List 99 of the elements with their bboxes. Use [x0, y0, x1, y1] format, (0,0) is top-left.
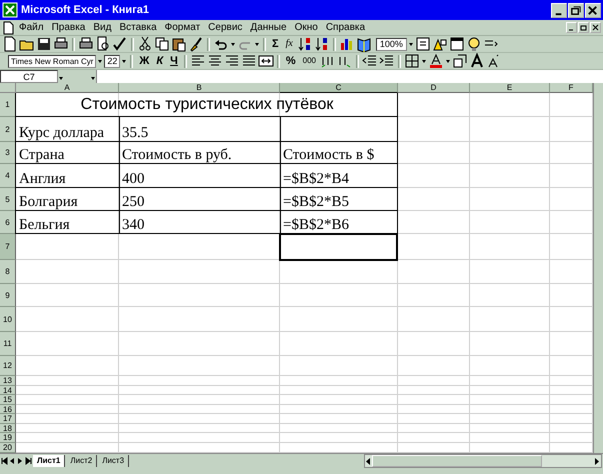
active-cell[interactable] — [279, 233, 398, 261]
underline-button[interactable]: Ч — [167, 54, 181, 68]
thousands-button[interactable]: 000 — [300, 54, 319, 68]
font-color-icon[interactable] — [428, 53, 444, 69]
row-header[interactable]: 4 — [0, 164, 16, 188]
sort-ascending-icon[interactable] — [296, 36, 313, 52]
chart-icon[interactable] — [338, 36, 355, 52]
close-button[interactable] — [590, 22, 601, 33]
table-cell-text: Англия — [18, 170, 67, 188]
next-sheet-icon[interactable] — [17, 456, 24, 466]
menu-item[interactable]: Формат — [162, 22, 204, 33]
spelling-icon[interactable] — [112, 36, 128, 52]
row-header[interactable]: 10 — [0, 307, 16, 332]
preview-icon[interactable] — [95, 36, 111, 52]
row-header[interactable]: 19 — [0, 433, 16, 443]
bold-button[interactable]: Ж — [136, 54, 152, 68]
menu-item[interactable]: Файл — [16, 22, 47, 33]
row-header[interactable]: 9 — [0, 284, 16, 307]
table-cell-text: Стоимость в $ — [282, 146, 376, 164]
row-header[interactable]: 1 — [0, 93, 16, 117]
row-header[interactable]: 7 — [0, 234, 16, 260]
row-header[interactable]: 12 — [0, 356, 16, 376]
clipboard-icon[interactable] — [171, 36, 187, 52]
menu-item[interactable]: Данные — [247, 22, 290, 33]
document-icon[interactable] — [2, 20, 14, 34]
merge-cells-icon[interactable] — [258, 53, 274, 69]
table-cell-text: Страна — [18, 146, 66, 164]
menu-item[interactable]: Правка — [48, 22, 88, 33]
row-header[interactable]: 5 — [0, 188, 16, 211]
formula-field[interactable] — [96, 70, 603, 83]
lightbulb-icon[interactable] — [466, 36, 482, 52]
percent-button[interactable]: % — [282, 54, 299, 68]
row-header[interactable]: 8 — [0, 260, 16, 284]
table-cell-text: Болгария — [18, 193, 79, 211]
row-header[interactable]: 20 — [0, 443, 16, 453]
restore-button[interactable] — [568, 2, 584, 18]
table-cell-text: 35.5 — [121, 124, 150, 142]
table-cell-text: 340 — [121, 216, 146, 234]
menu-item[interactable]: Сервис — [205, 22, 246, 33]
shrink-font-icon[interactable] — [486, 53, 500, 69]
font-field[interactable]: Times New Roman Cyr — [8, 54, 96, 68]
column-header[interactable]: D — [398, 83, 470, 93]
column-header[interactable]: A — [16, 83, 119, 93]
save-icon[interactable] — [36, 36, 52, 52]
new-document-icon[interactable] — [2, 36, 18, 52]
row-header[interactable]: 14 — [0, 386, 16, 395]
zoom-field[interactable]: 100% — [376, 38, 407, 50]
restore-button[interactable] — [578, 22, 589, 33]
first-sheet-icon[interactable] — [1, 456, 8, 466]
table-cell-text: =$B$2*B6 — [282, 216, 350, 234]
horizontal-scrollbar[interactable] — [364, 454, 602, 468]
table-cell-text: =$B$2*B5 — [282, 193, 350, 211]
brush-icon[interactable] — [188, 36, 204, 52]
name-box[interactable]: C7 — [0, 70, 58, 83]
menu-item[interactable]: Вставка — [116, 22, 160, 33]
previous-sheet-icon[interactable] — [9, 456, 16, 466]
close-button[interactable] — [585, 2, 601, 18]
minimize-button[interactable] — [551, 2, 567, 18]
row-header[interactable]: 6 — [0, 211, 16, 234]
menu-item[interactable]: Вид — [90, 22, 114, 33]
spreadsheet-icon — [2, 2, 18, 18]
function-button[interactable]: fx — [282, 37, 296, 51]
row-header[interactable]: 15 — [0, 395, 16, 405]
row-header[interactable]: 2 — [0, 117, 16, 142]
row-header[interactable]: 13 — [0, 376, 16, 386]
column-header[interactable]: E — [470, 83, 550, 93]
copy-icon[interactable] — [154, 36, 170, 52]
italic-button[interactable]: К — [153, 54, 166, 68]
row-header[interactable]: 18 — [0, 424, 16, 433]
sheet-tab[interactable]: Лист1 — [33, 455, 66, 467]
grow-font-icon[interactable] — [469, 53, 485, 69]
table-cell-text: Бельгия — [18, 216, 71, 234]
window-title: Microsoft Excel - Книга1 — [21, 4, 150, 16]
menu-item[interactable]: Окно — [292, 22, 321, 33]
table-cell-text: Стоимость туристических путёвок — [80, 95, 334, 115]
row-header[interactable]: 17 — [0, 414, 16, 424]
table-cell-text: =$B$2*B4 — [282, 170, 350, 188]
scroll-right-icon[interactable] — [594, 456, 601, 466]
font-size-field[interactable]: 22 — [104, 54, 120, 68]
row-header[interactable]: 3 — [0, 142, 16, 164]
column-header[interactable]: B — [119, 83, 280, 93]
table-cell-text: 250 — [121, 193, 146, 211]
column-header[interactable]: F — [550, 83, 593, 93]
table-cell-text: 400 — [121, 170, 146, 188]
table-cell-text: Курс доллара — [18, 124, 106, 142]
column-header[interactable]: C — [280, 83, 398, 93]
menu-item[interactable]: Справка — [322, 22, 368, 33]
row-header[interactable]: 11 — [0, 332, 16, 356]
last-sheet-icon[interactable] — [25, 456, 32, 466]
borders-icon[interactable] — [404, 53, 420, 69]
window-icon[interactable] — [448, 36, 465, 52]
row-header[interactable]: 16 — [0, 405, 16, 414]
scissors-icon[interactable] — [137, 36, 153, 52]
format-cells-icon[interactable] — [452, 53, 468, 69]
table-cell-text: Стоимость в руб. — [121, 146, 233, 164]
vertical-scrollbar[interactable] — [593, 83, 603, 453]
autosum-button[interactable]: Σ — [269, 37, 282, 51]
sort-descending-icon[interactable] — [314, 36, 330, 52]
minimize-button[interactable] — [566, 22, 577, 33]
